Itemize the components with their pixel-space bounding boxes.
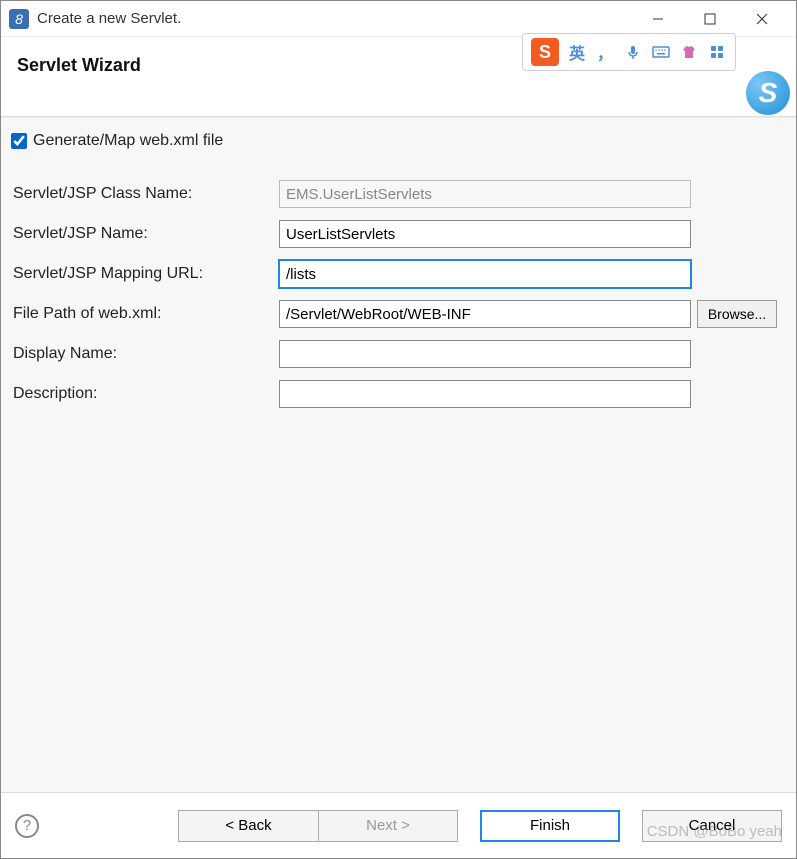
file-path-row: File Path of web.xml: Browse... — [11, 300, 786, 328]
generate-webxml-row: Generate/Map web.xml file — [11, 132, 786, 150]
mapping-url-input[interactable] — [279, 260, 691, 288]
titlebar: 8 Create a new Servlet. — [1, 1, 796, 37]
app-icon: 8 — [9, 9, 29, 29]
close-button[interactable] — [750, 7, 774, 31]
next-button: Next > — [318, 810, 458, 842]
servlet-name-label: Servlet/JSP Name: — [11, 225, 279, 243]
display-name-label: Display Name: — [11, 345, 279, 363]
class-name-row: Servlet/JSP Class Name: — [11, 180, 786, 208]
mapping-url-row: Servlet/JSP Mapping URL: — [11, 260, 786, 288]
description-row: Description: — [11, 380, 786, 408]
file-path-input[interactable] — [279, 300, 691, 328]
ime-toolbar: S 英 ， — [522, 33, 736, 71]
back-button[interactable]: < Back — [178, 810, 318, 842]
servlet-name-row: Servlet/JSP Name: — [11, 220, 786, 248]
generate-webxml-checkbox[interactable] — [11, 133, 27, 149]
browse-button[interactable]: Browse... — [697, 300, 777, 328]
ime-punct-icon[interactable]: ， — [595, 42, 615, 62]
servlet-name-input[interactable] — [279, 220, 691, 248]
generate-webxml-label[interactable]: Generate/Map web.xml file — [33, 132, 223, 150]
display-name-input[interactable] — [279, 340, 691, 368]
finish-button[interactable]: Finish — [480, 810, 620, 842]
minimize-button[interactable] — [646, 7, 670, 31]
ime-shirt-icon[interactable] — [679, 42, 699, 62]
ime-grid-icon[interactable] — [707, 42, 727, 62]
wizard-footer: ? < Back Next > Finish Cancel — [1, 792, 796, 858]
cancel-button[interactable]: Cancel — [642, 810, 782, 842]
ime-keyboard-icon[interactable] — [651, 42, 671, 62]
help-icon[interactable]: ? — [15, 814, 39, 838]
nav-button-pair: < Back Next > — [178, 810, 458, 842]
footer-buttons: < Back Next > Finish Cancel — [178, 810, 782, 842]
ime-logo-icon[interactable]: S — [531, 38, 559, 66]
class-name-input — [279, 180, 691, 208]
maximize-icon — [704, 13, 716, 25]
minimize-icon — [652, 13, 664, 25]
description-label: Description: — [11, 385, 279, 403]
display-name-row: Display Name: — [11, 340, 786, 368]
file-path-label: File Path of web.xml: — [11, 305, 279, 323]
window-controls — [646, 1, 792, 37]
close-icon — [756, 13, 768, 25]
wizard-content: Generate/Map web.xml file Servlet/JSP Cl… — [1, 117, 796, 792]
ime-language-icon[interactable]: 英 — [567, 42, 587, 62]
window-title: Create a new Servlet. — [37, 10, 181, 27]
ime-mic-icon[interactable] — [623, 42, 643, 62]
description-input[interactable] — [279, 380, 691, 408]
maximize-button[interactable] — [698, 7, 722, 31]
mapping-url-label: Servlet/JSP Mapping URL: — [11, 265, 279, 283]
class-name-label: Servlet/JSP Class Name: — [11, 185, 279, 203]
s-badge-icon[interactable]: S — [746, 71, 790, 115]
